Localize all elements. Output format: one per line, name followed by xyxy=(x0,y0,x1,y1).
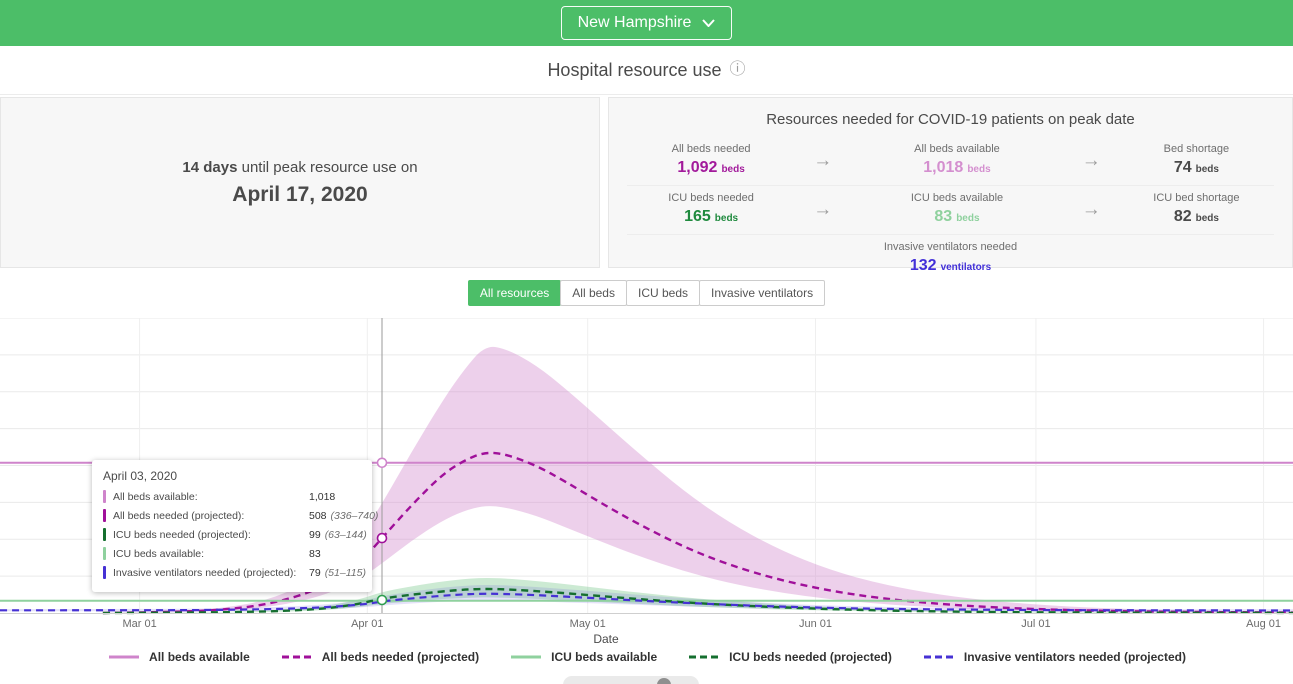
days-until-peak-text: 14 days until peak resource use on xyxy=(182,159,417,176)
stat-bed-shortage: Bed shortage 74beds xyxy=(1119,143,1274,179)
legend-line-sample xyxy=(509,654,543,660)
tab-all-beds[interactable]: All beds xyxy=(560,280,627,306)
info-icon[interactable]: ⓘ xyxy=(730,62,746,78)
legend-all-beds-available: All beds available xyxy=(107,650,250,664)
series-color-swatch xyxy=(103,566,106,579)
arrow-right-icon: → xyxy=(795,199,850,221)
svg-text:Aug 01: Aug 01 xyxy=(1246,618,1281,630)
partial-toggle-control[interactable] xyxy=(563,676,699,684)
stat-all-beds-needed: All beds needed 1,092beds xyxy=(627,143,795,179)
stat-ventilators-needed: Invasive ventilators needed 132ventilato… xyxy=(884,241,1017,277)
tooltip-row: All beds needed (projected): 508 (336–74… xyxy=(103,509,361,522)
resources-row-ventilators: Invasive ventilators needed 132ventilato… xyxy=(627,234,1274,283)
tooltip-row: ICU beds available: 83 xyxy=(103,547,361,560)
tooltip-row: Invasive ventilators needed (projected):… xyxy=(103,566,361,579)
legend-line-sample xyxy=(107,654,141,660)
svg-text:Jul 01: Jul 01 xyxy=(1021,618,1050,630)
stat-icu-beds-needed: ICU beds needed 165beds xyxy=(627,192,795,228)
svg-text:Mar 01: Mar 01 xyxy=(122,618,156,630)
stat-icu-bed-shortage: ICU bed shortage 82beds xyxy=(1119,192,1274,228)
chart-tooltip: April 03, 2020 All beds available: 1,018… xyxy=(92,460,372,592)
arrow-right-icon: → xyxy=(1064,150,1119,172)
svg-text:May 01: May 01 xyxy=(570,618,606,630)
series-color-swatch xyxy=(103,509,106,522)
resources-panel-title: Resources needed for COVID-19 patients o… xyxy=(627,106,1274,137)
svg-text:Apr 01: Apr 01 xyxy=(351,618,383,630)
peak-date: April 17, 2020 xyxy=(232,183,367,207)
tab-icu-beds[interactable]: ICU beds xyxy=(626,280,700,306)
resources-summary-panel: Resources needed for COVID-19 patients o… xyxy=(608,97,1293,268)
arrow-right-icon: → xyxy=(795,150,850,172)
stat-icu-beds-available: ICU beds available 83beds xyxy=(850,192,1064,228)
page-title: Hospital resource use xyxy=(547,60,721,81)
hospital-resource-chart[interactable]: Mar 01 Apr 01 May 01 Jun 01 Jul 01 Aug 01 Date… xyxy=(0,318,1293,646)
legend-icu-beds-available: ICU beds available xyxy=(509,650,657,664)
legend-line-sample xyxy=(922,654,956,660)
arrow-right-icon: → xyxy=(1064,199,1119,221)
series-color-swatch xyxy=(103,547,106,560)
legend-line-sample xyxy=(687,654,721,660)
svg-text:Jun 01: Jun 01 xyxy=(799,618,832,630)
svg-text:Date: Date xyxy=(593,632,619,646)
tooltip-row: ICU beds needed (projected): 99 (63–144) xyxy=(103,528,361,541)
legend-all-beds-needed: All beds needed (projected) xyxy=(280,650,479,664)
summary-panels: 14 days until peak resource use on April… xyxy=(0,97,1293,268)
tab-invasive-ventilators[interactable]: Invasive ventilators xyxy=(699,280,825,306)
resource-tabs: All resources All beds ICU beds Invasive… xyxy=(0,280,1293,306)
tab-all-resources[interactable]: All resources xyxy=(468,280,561,306)
chevron-down-icon xyxy=(702,19,715,27)
resources-row-all-beds: All beds needed 1,092beds → All beds ava… xyxy=(627,137,1274,185)
series-color-swatch xyxy=(103,528,106,541)
tooltip-date: April 03, 2020 xyxy=(103,469,361,483)
resources-row-icu-beds: ICU beds needed 165beds → ICU beds avail… xyxy=(627,185,1274,234)
tooltip-row: All beds available: 1,018 xyxy=(103,490,361,503)
region-selector-button[interactable]: New Hampshire xyxy=(561,6,733,40)
legend-line-sample xyxy=(280,654,314,660)
stat-all-beds-available: All beds available 1,018beds xyxy=(850,143,1064,179)
peak-summary-panel: 14 days until peak resource use on April… xyxy=(0,97,600,268)
toggle-knob xyxy=(657,678,671,684)
days-until-peak-count: 14 days xyxy=(182,159,237,176)
title-bar: Hospital resource use ⓘ xyxy=(0,46,1293,95)
series-color-swatch xyxy=(103,490,106,503)
region-selector-label: New Hampshire xyxy=(578,14,692,32)
chart-legend: All beds available All beds needed (proj… xyxy=(0,650,1293,664)
page-header: New Hampshire xyxy=(0,0,1293,46)
legend-icu-beds-needed: ICU beds needed (projected) xyxy=(687,650,892,664)
legend-ventilators-needed: Invasive ventilators needed (projected) xyxy=(922,650,1186,664)
